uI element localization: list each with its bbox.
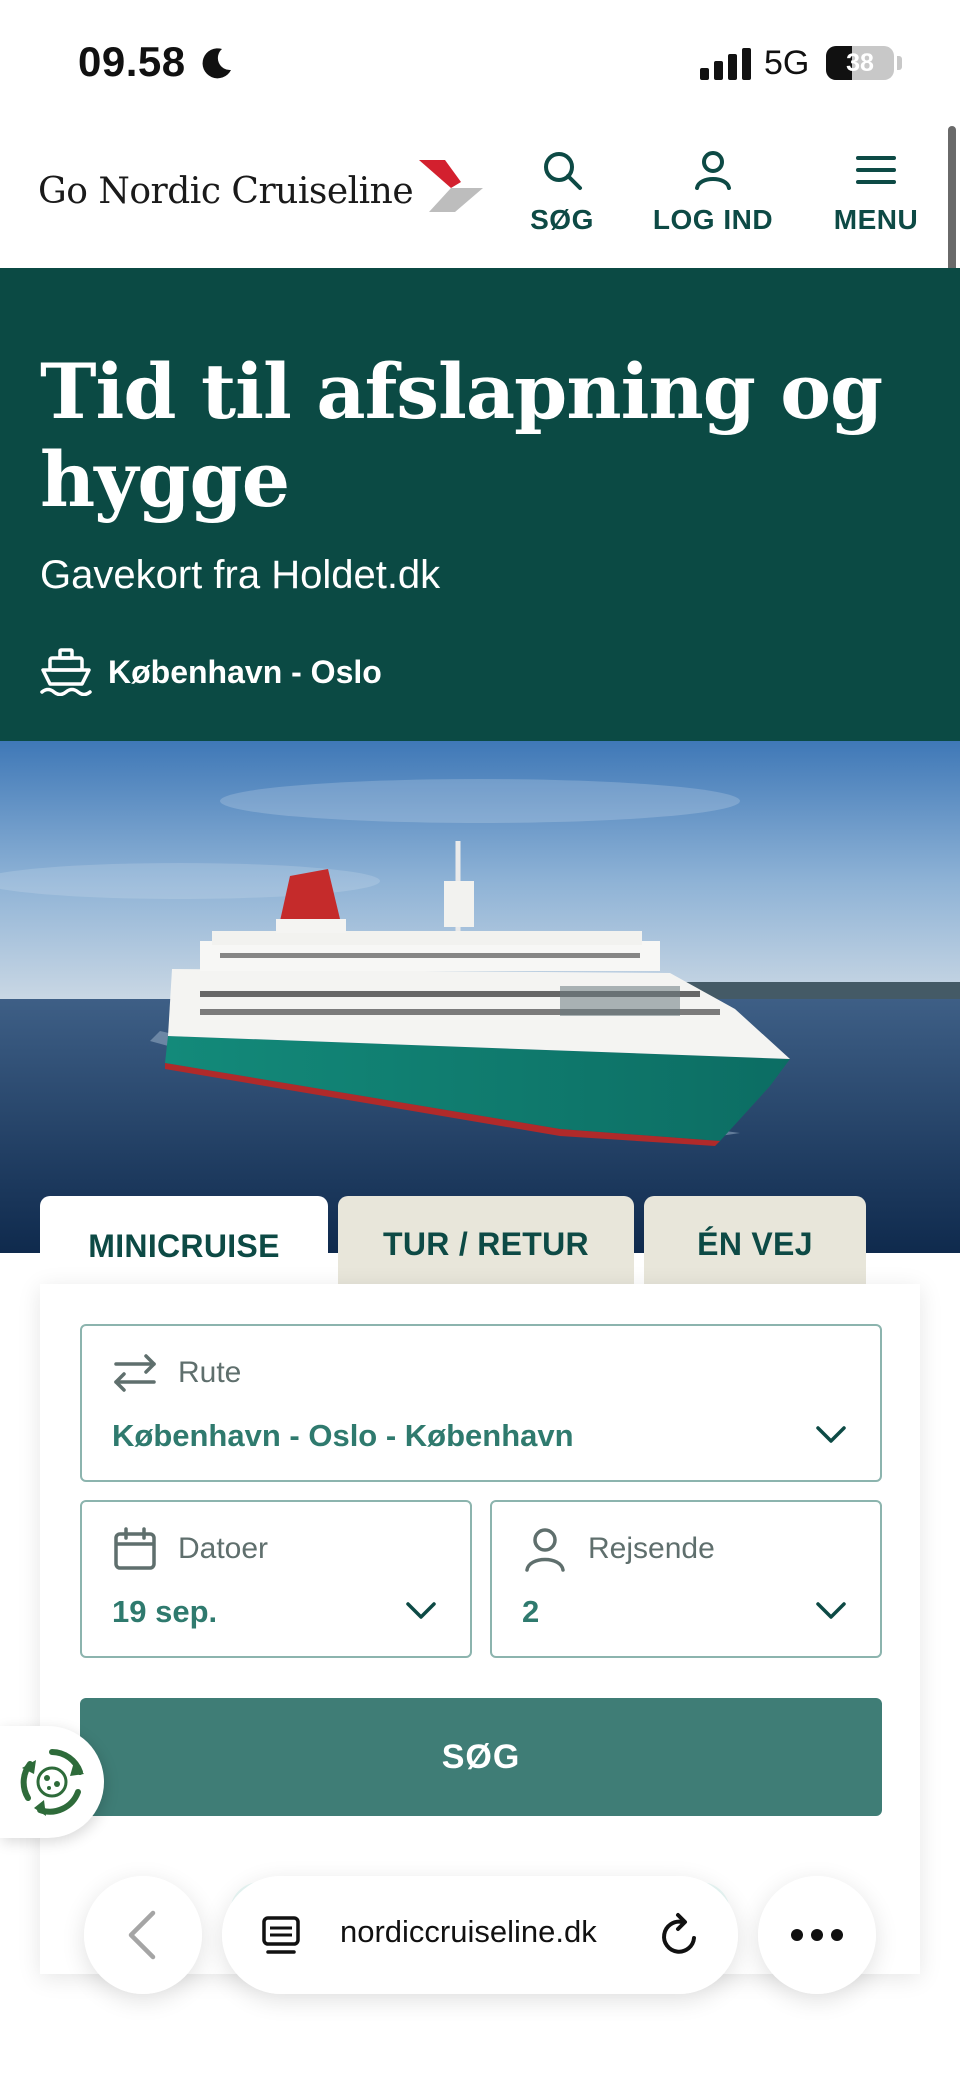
ship-illustration: [0, 741, 960, 1253]
site-header: Go Nordic Cruiseline SØG LOG IND MENU: [0, 120, 960, 268]
menu-label: MENU: [833, 204, 919, 235]
hero-title: Tid til afslapning og hygge: [40, 347, 883, 524]
page-menu-icon: [262, 1916, 300, 1954]
travelers-label: Rejsende: [588, 1532, 715, 1565]
hero-route-text: København - Oslo: [108, 653, 382, 690]
logo-chevron-icon: [419, 160, 484, 212]
recycle-globe-icon: [20, 1749, 84, 1816]
hamburger-icon: [856, 156, 896, 184]
dates-value: 19 sep.: [112, 1594, 218, 1629]
browser-address-bar[interactable]: nordiccruiseline.dk: [222, 1876, 738, 1994]
booking-card: Rute København - Oslo - København Datoer…: [40, 1284, 920, 1974]
chevron-down-icon: [816, 1602, 846, 1619]
tab-en-vej[interactable]: ÉN VEJ: [644, 1196, 866, 1292]
browser-more-button[interactable]: [758, 1876, 876, 1994]
logo-wordmark: Go Nordic Cruiseline: [38, 170, 414, 212]
route-select[interactable]: Rute København - Oslo - København: [80, 1324, 882, 1482]
user-icon: [695, 151, 731, 190]
status-bar: 09.58 5G 38: [0, 0, 960, 120]
dates-select[interactable]: Datoer 19 sep.: [80, 1500, 472, 1658]
login-button[interactable]: LOG IND: [650, 148, 776, 236]
moon-icon: [202, 48, 231, 79]
search-icon: [544, 152, 582, 190]
battery-level: 38: [846, 49, 874, 77]
swap-arrows-icon: [114, 1354, 156, 1392]
network-type: 5G: [764, 44, 810, 82]
submit-search-button[interactable]: SØG: [80, 1698, 882, 1816]
battery-tip: [897, 56, 902, 70]
chevron-down-icon: [816, 1426, 846, 1443]
hero-route: København - Oslo: [40, 648, 382, 696]
ship-icon: [40, 648, 92, 696]
status-time: 09.58: [78, 38, 186, 85]
site-logo[interactable]: Go Nordic Cruiseline: [38, 160, 484, 214]
reload-icon[interactable]: [658, 1912, 702, 1958]
ship-photo: [0, 741, 960, 1253]
tab-minicruise[interactable]: MINICRUISE: [40, 1196, 328, 1296]
chevron-down-icon: [406, 1602, 436, 1619]
route-label: Rute: [178, 1356, 242, 1389]
hero-subtitle: Gavekort fra Holdet.dk: [40, 553, 441, 597]
search-label: SØG: [530, 204, 594, 235]
battery-icon: 38: [826, 46, 894, 80]
dates-label: Datoer: [178, 1532, 269, 1565]
travelers-select[interactable]: Rejsende 2: [490, 1500, 882, 1658]
menu-button[interactable]: MENU: [826, 148, 926, 236]
travelers-value: 2: [522, 1594, 540, 1629]
signal-icon: [700, 48, 751, 80]
login-label: LOG IND: [652, 204, 774, 235]
hero-banner: Tid til afslapning og hygge Gavekort fra…: [0, 268, 960, 741]
search-button[interactable]: SØG: [522, 148, 602, 236]
route-value: København - Oslo - København: [112, 1418, 574, 1453]
tab-tur-retur[interactable]: TUR / RETUR: [338, 1196, 634, 1292]
browser-url: nordiccruiseline.dk: [340, 1914, 597, 1949]
ellipsis-icon: [791, 1929, 843, 1941]
calendar-icon: [114, 1527, 156, 1570]
chevron-left-icon: [128, 1910, 156, 1960]
browser-back-button[interactable]: [84, 1876, 202, 1994]
person-icon: [525, 1528, 565, 1572]
